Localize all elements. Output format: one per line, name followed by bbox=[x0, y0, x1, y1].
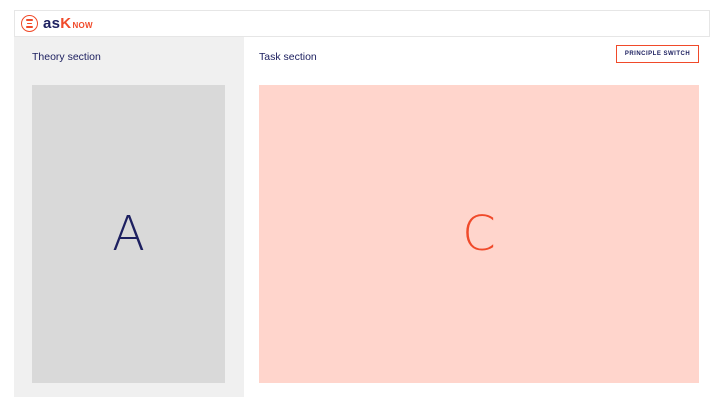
logo-now: NOW bbox=[72, 21, 93, 30]
menu-icon[interactable] bbox=[21, 15, 38, 32]
logo-as: as bbox=[43, 15, 61, 32]
theory-panel: Theory section A bbox=[14, 37, 244, 397]
task-section-label: Task section bbox=[259, 51, 317, 63]
theory-content-box: A bbox=[32, 85, 225, 383]
app-header: as K NOW bbox=[14, 10, 710, 37]
task-placeholder-letter: C bbox=[462, 206, 496, 262]
theory-placeholder-letter: A bbox=[112, 206, 145, 262]
logo-wordmark: as K NOW bbox=[43, 15, 93, 32]
principle-switch-button[interactable]: PRINCIPLE SWITCH bbox=[616, 45, 699, 63]
logo[interactable]: as K NOW bbox=[21, 15, 93, 32]
task-content-box: C bbox=[259, 85, 699, 383]
theory-section-label: Theory section bbox=[32, 51, 101, 63]
logo-k: K bbox=[60, 15, 72, 32]
